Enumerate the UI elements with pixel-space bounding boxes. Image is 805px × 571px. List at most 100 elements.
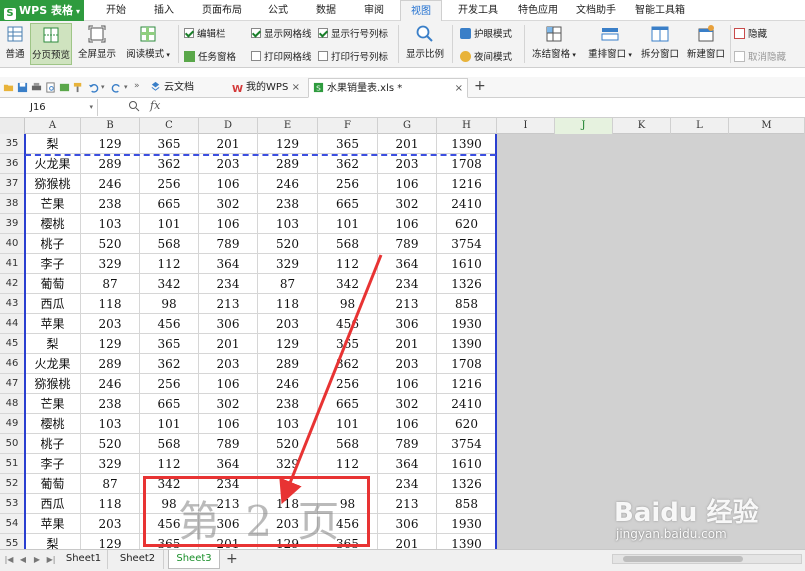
column-header-a[interactable]: A	[25, 118, 81, 134]
doc-tab-my-wps[interactable]: W 我的WPS ×	[228, 78, 304, 98]
select-all-corner[interactable]	[0, 118, 25, 134]
row-header[interactable]: 49	[0, 414, 25, 434]
sheet-tab-sheet2[interactable]: Sheet2	[112, 550, 164, 569]
open-folder-icon[interactable]	[3, 82, 14, 93]
value-cell[interactable]: 568	[318, 234, 378, 254]
value-cell[interactable]: 203	[81, 514, 140, 534]
value-cell[interactable]: 789	[199, 234, 258, 254]
tab-developer[interactable]: 开发工具	[450, 0, 506, 21]
zoom-button[interactable]: 显示比例	[404, 23, 446, 65]
value-cell[interactable]: 365	[140, 134, 199, 154]
fruit-name-cell[interactable]: 芒果	[25, 394, 81, 414]
value-cell[interactable]: 129	[258, 134, 318, 154]
value-cell[interactable]: 789	[199, 434, 258, 454]
fruit-name-cell[interactable]: 李子	[25, 254, 81, 274]
value-cell[interactable]: 201	[378, 534, 437, 549]
value-cell[interactable]: 246	[81, 174, 140, 194]
fruit-name-cell[interactable]: 火龙果	[25, 354, 81, 374]
value-cell[interactable]: 365	[140, 534, 199, 549]
value-cell[interactable]: 256	[140, 374, 199, 394]
column-header-j[interactable]: J	[555, 118, 613, 134]
next-sheet-icon[interactable]: ▶	[32, 554, 42, 566]
sheet-tab-sheet3[interactable]: Sheet3	[168, 550, 220, 569]
value-cell[interactable]: 365	[140, 334, 199, 354]
value-cell[interactable]: 238	[81, 394, 140, 414]
freeze-panes-button[interactable]: 冻结窗格 ▾	[528, 23, 580, 65]
row-header[interactable]: 40	[0, 234, 25, 254]
row-header[interactable]: 47	[0, 374, 25, 394]
value-cell[interactable]: 201	[199, 534, 258, 549]
fruit-name-cell[interactable]: 苹果	[25, 314, 81, 334]
value-cell[interactable]: 238	[258, 394, 318, 414]
value-cell[interactable]: 306	[378, 514, 437, 534]
insert-function-button[interactable]: fx	[150, 99, 160, 112]
tab-review[interactable]: 审阅	[354, 0, 394, 21]
fruit-name-cell[interactable]: 葡萄	[25, 274, 81, 294]
tab-data[interactable]: 数据	[306, 0, 346, 21]
normal-view-button[interactable]: 普通	[2, 23, 28, 65]
fruit-name-cell[interactable]: 樱桃	[25, 414, 81, 434]
value-cell[interactable]: 213	[199, 294, 258, 314]
column-header-d[interactable]: D	[199, 118, 258, 134]
value-cell[interactable]: 87	[81, 474, 140, 494]
value-cell[interactable]: 456	[140, 314, 199, 334]
row-header[interactable]: 35	[0, 134, 25, 154]
value-cell[interactable]: 106	[199, 174, 258, 194]
rearrange-windows-button[interactable]: 重排窗口 ▾	[584, 23, 636, 65]
value-cell[interactable]: 1708	[437, 354, 497, 374]
last-sheet-icon[interactable]: ▶|	[46, 554, 56, 566]
fruit-name-cell[interactable]: 芒果	[25, 194, 81, 214]
row-header[interactable]: 52	[0, 474, 25, 494]
column-header-h[interactable]: H	[437, 118, 497, 134]
fruit-name-cell[interactable]: 梨	[25, 334, 81, 354]
row-header[interactable]: 43	[0, 294, 25, 314]
value-cell[interactable]: 201	[378, 134, 437, 154]
add-sheet-plus-icon[interactable]: +	[226, 551, 238, 567]
value-cell[interactable]: 118	[258, 494, 318, 514]
spell-check-icon[interactable]	[59, 82, 70, 93]
value-cell[interactable]: 302	[199, 394, 258, 414]
value-cell[interactable]: 101	[140, 414, 199, 434]
value-cell[interactable]: 129	[81, 534, 140, 549]
close-icon[interactable]: ×	[455, 79, 463, 98]
value-cell[interactable]: 1610	[437, 254, 497, 274]
value-cell[interactable]: 101	[318, 214, 378, 234]
value-cell[interactable]: 256	[318, 174, 378, 194]
row-header[interactable]: 37	[0, 174, 25, 194]
value-cell[interactable]: 106	[378, 374, 437, 394]
value-cell[interactable]: 289	[258, 154, 318, 174]
redo-icon[interactable]	[111, 82, 122, 93]
value-cell[interactable]: 289	[81, 154, 140, 174]
value-cell[interactable]: 456	[140, 514, 199, 534]
close-icon[interactable]: ×	[292, 78, 300, 97]
full-screen-button[interactable]: 全屏显示	[76, 23, 118, 65]
value-cell[interactable]: 118	[258, 294, 318, 314]
value-cell[interactable]: 364	[378, 254, 437, 274]
new-window-button[interactable]: 新建窗口	[684, 23, 728, 65]
task-pane-checkbox[interactable]: 任务窗格	[184, 51, 236, 65]
value-cell[interactable]: 568	[140, 234, 199, 254]
value-cell[interactable]: 106	[378, 174, 437, 194]
tab-home[interactable]: 开始	[96, 0, 136, 21]
value-cell[interactable]: 789	[378, 234, 437, 254]
app-menu-button[interactable]: S WPS 表格 ▾	[0, 0, 84, 21]
name-box[interactable]: J16 ▾	[0, 99, 98, 116]
value-cell[interactable]: 520	[81, 434, 140, 454]
value-cell[interactable]: 106	[199, 374, 258, 394]
chevron-more-icon[interactable]: »	[134, 81, 145, 92]
row-header[interactable]: 45	[0, 334, 25, 354]
sheet-tab-sheet1[interactable]: Sheet1	[60, 550, 108, 569]
column-header-m[interactable]: M	[729, 118, 805, 134]
value-cell[interactable]: 201	[199, 134, 258, 154]
value-cell[interactable]: 101	[318, 414, 378, 434]
value-cell[interactable]: 456	[318, 314, 378, 334]
fruit-name-cell[interactable]: 樱桃	[25, 214, 81, 234]
value-cell[interactable]: 665	[318, 194, 378, 214]
value-cell[interactable]: 362	[140, 354, 199, 374]
value-cell[interactable]: 362	[318, 154, 378, 174]
value-cell[interactable]: 789	[378, 434, 437, 454]
value-cell[interactable]: 112	[318, 454, 378, 474]
column-header-k[interactable]: K	[613, 118, 671, 134]
page-break-preview-button[interactable]: 分页预览	[30, 23, 72, 65]
tab-special[interactable]: 特色应用	[510, 0, 566, 21]
